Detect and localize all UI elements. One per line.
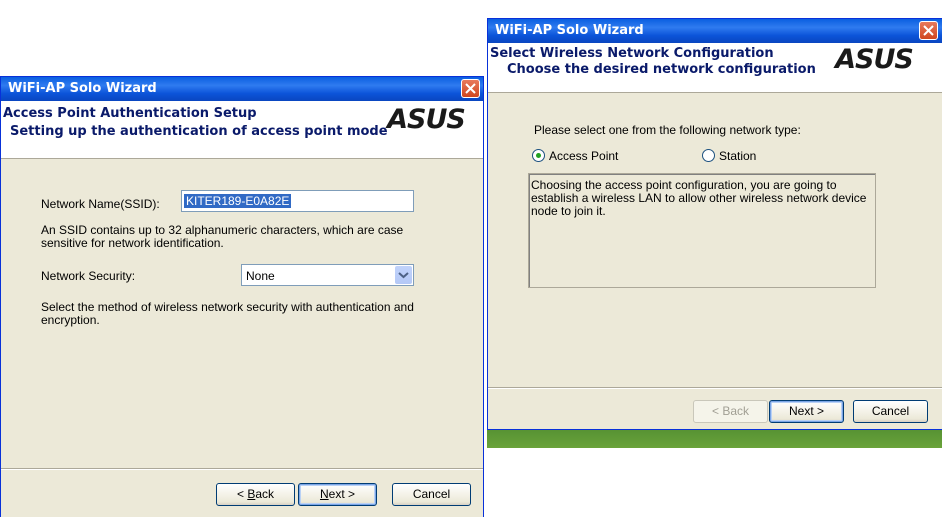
radio-selected-dot bbox=[536, 153, 541, 158]
right-header-title: Select Wireless Network Configuration bbox=[490, 46, 774, 61]
right-window-title: WiFi-AP Solo Wizard bbox=[495, 23, 644, 38]
configuration-description-box: Choosing the access point configuration,… bbox=[528, 173, 876, 288]
left-next-button-rest: ext > bbox=[328, 487, 356, 501]
right-close-button[interactable] bbox=[919, 21, 938, 40]
radio-station[interactable]: Station bbox=[702, 148, 782, 164]
close-icon bbox=[465, 83, 476, 94]
right-next-button[interactable]: Next > bbox=[769, 400, 844, 423]
radio-access-point[interactable]: Access Point bbox=[532, 148, 652, 164]
security-hint: Select the method of wireless network se… bbox=[41, 300, 414, 327]
left-close-button[interactable] bbox=[461, 79, 480, 98]
left-footer-separator bbox=[1, 468, 483, 470]
security-select-dropdown-button[interactable] bbox=[395, 266, 412, 284]
left-wizard-window: WiFi-AP Solo Wizard Access Point Authent… bbox=[0, 76, 484, 517]
ssid-input-value: KITER189-E0A82E bbox=[184, 194, 292, 208]
ssid-label: Network Name(SSID): bbox=[41, 197, 160, 211]
security-select-value: None bbox=[246, 269, 275, 283]
right-wizard-window: WiFi-AP Solo Wizard Select Wireless Netw… bbox=[487, 18, 942, 430]
left-window-title: WiFi-AP Solo Wizard bbox=[8, 81, 157, 96]
left-back-button[interactable]: < Back bbox=[216, 483, 295, 506]
right-header-subtitle: Choose the desired network configuration bbox=[507, 62, 816, 77]
asus-logo-text: ASUS bbox=[833, 45, 913, 71]
radio-station-label: Station bbox=[719, 149, 757, 163]
right-footer-separator bbox=[488, 387, 942, 389]
right-cancel-button[interactable]: Cancel bbox=[853, 400, 928, 423]
left-back-button-prefix: < bbox=[236, 487, 248, 501]
left-header: Access Point Authentication Setup Settin… bbox=[1, 101, 483, 159]
asus-logo: ASUS bbox=[385, 105, 466, 131]
security-select[interactable]: None bbox=[241, 264, 414, 286]
left-header-title: Access Point Authentication Setup bbox=[3, 106, 257, 121]
left-cancel-button[interactable]: Cancel bbox=[392, 483, 471, 506]
radio-access-point-circle[interactable] bbox=[532, 149, 545, 162]
security-label: Network Security: bbox=[41, 269, 136, 283]
right-back-button[interactable]: < Back bbox=[693, 400, 768, 423]
left-next-button[interactable]: Next > bbox=[298, 483, 377, 506]
ssid-hint: An SSID contains up to 32 alphanumeric c… bbox=[41, 223, 404, 250]
left-next-button-accel: N bbox=[319, 487, 329, 501]
close-icon bbox=[923, 25, 934, 36]
ssid-input[interactable]: KITER189-E0A82E bbox=[181, 190, 414, 212]
asus-logo-text: ASUS bbox=[385, 105, 465, 131]
left-back-button-rest: ack bbox=[255, 487, 275, 501]
network-type-prompt: Please select one from the following net… bbox=[534, 123, 801, 137]
right-title-bar[interactable]: WiFi-AP Solo Wizard bbox=[488, 19, 942, 43]
left-header-subtitle: Setting up the authentication of access … bbox=[10, 124, 388, 139]
right-header: Select Wireless Network Configuration Ch… bbox=[488, 43, 942, 93]
chevron-down-icon bbox=[398, 272, 409, 279]
asus-logo: ASUS bbox=[833, 45, 914, 71]
left-title-bar[interactable]: WiFi-AP Solo Wizard bbox=[1, 77, 483, 101]
configuration-description: Choosing the access point configuration,… bbox=[531, 178, 867, 218]
radio-station-circle[interactable] bbox=[702, 149, 715, 162]
radio-access-point-label: Access Point bbox=[549, 149, 619, 163]
